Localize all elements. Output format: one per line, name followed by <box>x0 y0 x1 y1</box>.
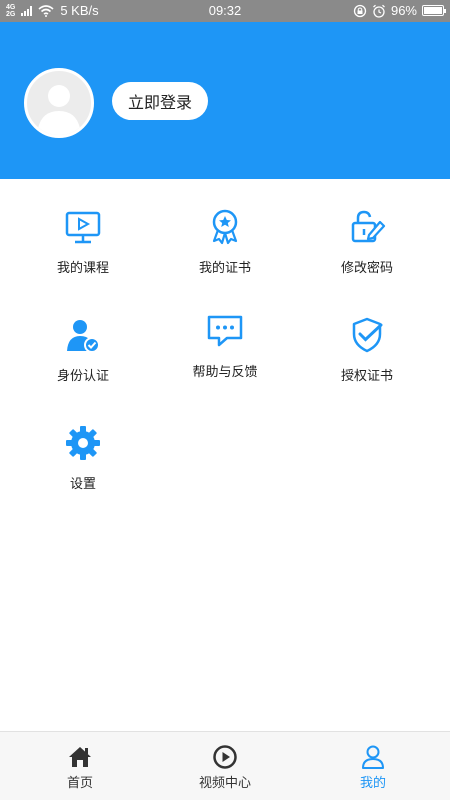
menu-item-label: 我的证书 <box>198 261 251 276</box>
rotation-lock-icon <box>353 4 367 17</box>
menu-item-my-certificates[interactable]: 我的证书 <box>150 179 300 279</box>
bottom-tab-bar: 首页 视频中心 我的 <box>0 731 450 800</box>
menu-item-label: 我的课程 <box>56 261 109 276</box>
shield-check-icon <box>352 317 383 353</box>
menu-item-label: 设置 <box>69 477 96 492</box>
home-icon <box>69 747 91 767</box>
menu-item-help-feedback[interactable]: 帮助与反馈 <box>150 287 300 387</box>
alarm-icon <box>373 4 385 18</box>
tab-mine[interactable]: 我的 <box>298 732 448 800</box>
medal-icon <box>212 209 238 245</box>
user-verified-icon <box>67 320 100 353</box>
avatar[interactable] <box>24 68 94 138</box>
profile-header: 立即登录 <box>0 22 450 179</box>
chat-bubble-icon <box>207 315 243 347</box>
monitor-play-icon <box>65 211 101 244</box>
play-circle-icon <box>213 745 237 769</box>
menu-item-change-password[interactable]: 修改密码 <box>292 179 442 279</box>
status-right: 96% <box>353 3 446 18</box>
tab-video-center[interactable]: 视频中心 <box>150 732 300 800</box>
menu-item-settings[interactable]: 设置 <box>8 395 158 495</box>
menu-item-label: 帮助与反馈 <box>192 365 258 380</box>
gear-icon <box>66 426 100 460</box>
tab-label: 我的 <box>359 776 386 791</box>
menu-item-my-courses[interactable]: 我的课程 <box>8 179 158 279</box>
tab-label: 首页 <box>66 776 93 791</box>
user-icon <box>362 745 384 769</box>
tab-home[interactable]: 首页 <box>5 732 155 800</box>
menu-item-label: 修改密码 <box>340 261 393 276</box>
battery-percent: 96% <box>390 3 417 18</box>
status-bar: 4G 2G 5 KB/s 09:32 96% <box>0 0 450 22</box>
battery-icon <box>422 5 446 16</box>
menu-item-identity-verification[interactable]: 身份认证 <box>8 287 158 387</box>
tab-label: 视频中心 <box>198 776 251 791</box>
login-button[interactable]: 立即登录 <box>112 82 208 120</box>
default-avatar-icon <box>37 85 81 135</box>
menu-item-label: 身份认证 <box>56 369 109 384</box>
lock-edit-icon <box>351 210 386 243</box>
menu-item-authorization-certificate[interactable]: 授权证书 <box>292 287 442 387</box>
menu-item-label: 授权证书 <box>340 369 393 384</box>
